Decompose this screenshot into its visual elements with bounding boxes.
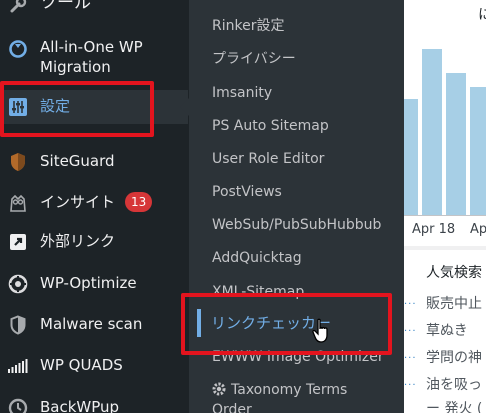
submenu-item-user-role-editor[interactable]: User Role Editor (212, 149, 324, 169)
active-indicator-bar (197, 309, 201, 337)
external-link-icon (7, 231, 29, 253)
settings-sliders-icon (7, 96, 29, 118)
sidebar-item-all-in-one-wp-migration[interactable]: All-in-One WP Migration (0, 36, 188, 80)
list-item[interactable]: 油を吸っ (426, 374, 482, 394)
sidebar-item-tools[interactable]: ツール (0, 0, 188, 18)
sidebar-item-label: SiteGuard (40, 152, 115, 170)
x-tick-label: Apr 18 (412, 222, 456, 237)
insight-owl-icon (7, 192, 29, 214)
sidebar-item-label: WP QUADS (40, 356, 123, 374)
list-item[interactable]: ー 発火 ( (426, 398, 482, 413)
chart-bar (404, 99, 418, 215)
list-bullet: ... (404, 296, 417, 307)
stats-bar-chart (404, 49, 486, 215)
submenu-item-ps-auto-sitemap[interactable]: PS Auto Sitemap (212, 116, 329, 136)
popular-searches-title: 人気検索 (426, 265, 482, 281)
panel-header-fragment: に (478, 7, 486, 23)
optimize-icon (7, 273, 29, 295)
insight-label-text: インサイト (40, 193, 116, 211)
stats-chart-panel: に (404, 0, 486, 246)
sidebar-item-label: 外部リンク (40, 232, 116, 250)
list-item[interactable]: 販売中止 (426, 293, 482, 313)
submenu-item-postviews[interactable]: PostViews (212, 182, 282, 202)
chart-axis-line (404, 215, 486, 216)
submenu-item-addquicktag[interactable]: AddQuicktag (212, 248, 302, 268)
sidebar-item-external-links[interactable]: 外部リンク (0, 231, 188, 253)
submenu-item-privacy[interactable]: プライバシー (212, 49, 296, 69)
sidebar-item-label: All-in-One WP (40, 38, 143, 56)
submenu-item-rinker[interactable]: Rinker設定 (212, 16, 284, 36)
list-bullet: ... (404, 377, 417, 388)
sidebar-item-wp-quads[interactable]: WP QUADS (0, 355, 188, 377)
sidebar-item-backwpup[interactable]: BackWPup (0, 397, 188, 413)
sidebar-item-label-line2: Migration (40, 58, 111, 76)
sidebar-item-label: WP-Optimize (40, 274, 137, 292)
signal-bars-icon (7, 355, 29, 377)
notification-badge: 13 (125, 192, 153, 212)
admin-sidebar: ツール All-in-One WP Migration 設定 SiteGuard (0, 0, 188, 413)
chart-bar (446, 73, 466, 215)
sidebar-item-label: 設定 (40, 97, 71, 115)
gear-icon (211, 381, 227, 397)
list-item[interactable]: 学問の神 (426, 347, 482, 367)
sidebar-item-malware-scan[interactable]: Malware scan (0, 314, 188, 336)
hand-cursor-icon (312, 318, 334, 344)
submenu-item-imsanity[interactable]: Imsanity (212, 83, 272, 103)
chart-bar (422, 49, 442, 215)
shield-outline-icon (7, 314, 29, 336)
sidebar-item-label: BackWPup (40, 398, 120, 413)
chart-bar (470, 87, 486, 215)
submenu-pointer-arrow (180, 98, 189, 116)
list-item[interactable]: 草ぬき (426, 320, 468, 340)
list-bullet: ... (404, 350, 417, 361)
sidebar-item-label: Malware scan (40, 315, 143, 333)
submenu-item-label-line2: Order (212, 402, 252, 413)
list-bullet: ... (404, 323, 417, 334)
shield-icon (7, 151, 29, 173)
sidebar-item-siteguard[interactable]: SiteGuard (0, 151, 188, 173)
x-tick-label: Apr (470, 222, 486, 237)
submenu-item-label: Taxonomy Terms (231, 382, 348, 398)
sidebar-item-label: ツール (40, 0, 91, 13)
migration-icon (7, 38, 29, 60)
sidebar-item-settings[interactable]: 設定 (0, 90, 188, 124)
submenu-item-ewww-image-optimizer[interactable]: EWWW Image Optimizer (212, 347, 384, 367)
sidebar-item-insight[interactable]: インサイト 13 (0, 191, 188, 215)
submenu-item-websub[interactable]: WebSub/PubSubHubbub (212, 215, 381, 235)
settings-submenu: Rinker設定 プライバシー Imsanity PS Auto Sitemap… (189, 0, 404, 413)
sidebar-item-label: インサイト 13 (40, 192, 153, 213)
submenu-item-taxonomy-terms-order[interactable]: Taxonomy Terms (211, 380, 347, 400)
submenu-item-xml-sitemap[interactable]: XML-Sitemap (212, 282, 304, 302)
backup-icon (7, 397, 29, 413)
wrench-icon (7, 0, 29, 16)
sidebar-item-wp-optimize[interactable]: WP-Optimize (0, 273, 188, 295)
